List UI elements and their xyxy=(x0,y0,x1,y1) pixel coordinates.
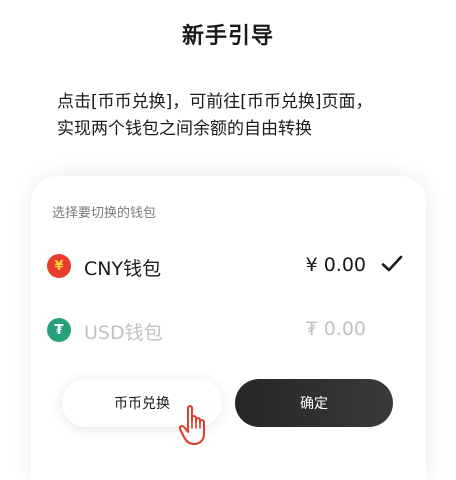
wallet-option-cny[interactable]: ¥ CNY钱包 ¥ 0.00 xyxy=(31,246,426,286)
guide-description-line-2: 实现两个钱包之间余额的自由转换 xyxy=(57,119,312,139)
wallet-picker-hint: 选择要切换的钱包 xyxy=(52,206,157,221)
yuan-coin-icon: ¥ xyxy=(47,254,71,278)
wallet-picker-card: 选择要切换的钱包 ¥ CNY钱包 ¥ 0.00 ₮ USD钱包 ₮ 0.00 币… xyxy=(31,176,426,480)
wallet-balance: ¥ 0.00 xyxy=(305,254,366,276)
wallet-name: CNY钱包 xyxy=(84,258,162,280)
wallet-balance: ₮ 0.00 xyxy=(305,318,366,340)
page-title: 新手引导 xyxy=(181,24,274,49)
checkmark-icon xyxy=(381,255,403,272)
guide-description: 点击[币币兑换]，可前往[币币兑换]页面， 实现两个钱包之间余额的自由转换 xyxy=(57,89,417,143)
confirm-button[interactable]: 确定 xyxy=(235,379,393,427)
tether-coin-icon: ₮ xyxy=(47,318,71,342)
pointing-hand-icon xyxy=(178,405,205,445)
wallet-name: USD钱包 xyxy=(84,322,163,344)
wallet-option-usd[interactable]: ₮ USD钱包 ₮ 0.00 xyxy=(31,310,426,350)
guide-description-line-1: 点击[币币兑换]，可前往[币币兑换]页面， xyxy=(57,92,373,112)
